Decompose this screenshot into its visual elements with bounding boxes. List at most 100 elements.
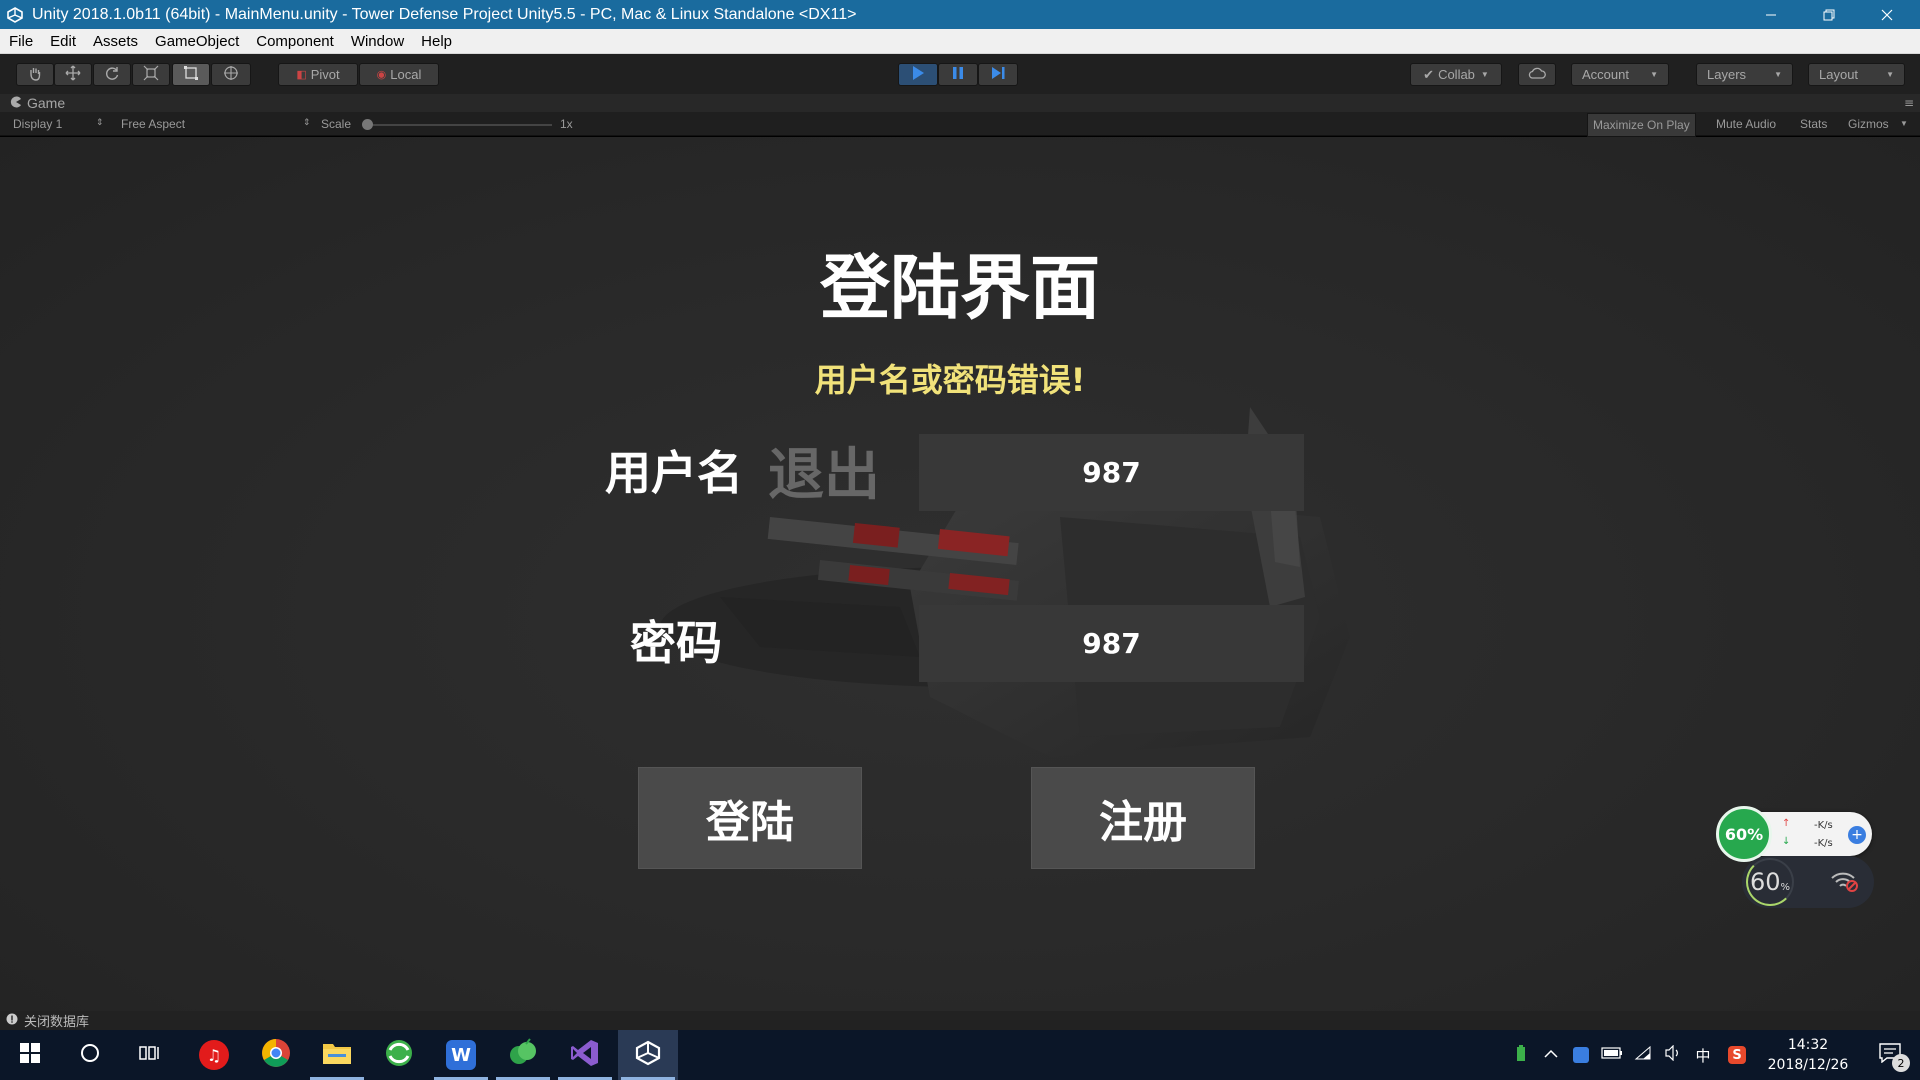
account-dropdown[interactable]: Account ▼ [1571,63,1669,86]
exit-button[interactable]: 退出 [768,430,880,511]
action-center-button[interactable]: 2 [1866,1030,1914,1080]
taskbar-netease-music[interactable]: ♫ [184,1030,244,1080]
scale-label: Scale [321,117,352,131]
clock-time: 14:32 [1787,1037,1829,1053]
taskbar-visual-studio[interactable] [555,1030,615,1080]
menu-bar: File Edit Assets GameObject Component Wi… [0,29,1920,54]
clock-date: 2018/12/26 [1767,1057,1849,1073]
rotate-tool-button[interactable] [93,63,131,86]
step-icon [990,65,1006,84]
login-button[interactable]: 登陆 [638,767,862,869]
status-message: 关闭数据库 [24,1015,90,1030]
unity-icon [635,1040,661,1070]
tray-ime[interactable]: 中 [1690,1030,1716,1080]
chevron-down-icon: ▼ [1774,70,1782,79]
login-title: 登陆界面 [820,247,1100,329]
play-button[interactable] [898,63,938,86]
tray-volume[interactable] [1660,1030,1686,1080]
menu-gameobject[interactable]: GameObject [146,33,247,50]
title-bar: Unity 2018.1.0b11 (64bit) - MainMenu.uni… [0,0,1920,29]
menu-help[interactable]: Help [412,33,460,50]
fps-unit: % [1780,881,1791,893]
maximize-on-play-toggle[interactable]: Maximize On Play [1587,113,1696,137]
collab-dropdown[interactable]: ✔ Collab ▼ [1410,63,1502,86]
folder-icon [322,1040,352,1070]
taskbar-file-explorer[interactable] [307,1030,367,1080]
netease-music-icon: ♫ [199,1040,229,1070]
display-select[interactable]: Display 1 [13,117,62,131]
tray-battery-app[interactable] [1508,1030,1534,1080]
taskbar-unity[interactable] [618,1030,678,1080]
layout-dropdown[interactable]: Layout ▼ [1808,63,1905,86]
collab-label: Collab [1438,67,1475,82]
scale-slider[interactable] [362,119,552,130]
game-viewport[interactable]: 登陆界面 用户名或密码错误! 用户名 退出 987 密码 987 登陆 注册 [0,137,1920,1011]
tray-wifi[interactable] [1630,1030,1656,1080]
minimize-button[interactable] [1742,0,1800,29]
sogou-icon: S [1728,1046,1746,1064]
taskbar-chrome[interactable] [246,1030,306,1080]
move-icon [65,65,81,84]
taskbar-wps-writer[interactable]: W [431,1030,491,1080]
wifi-icon [1634,1045,1652,1065]
tab-game[interactable]: Game [10,95,65,111]
transform-icon [222,64,240,85]
step-button[interactable] [978,63,1018,86]
chevron-down-icon: ▼ [1650,70,1658,79]
check-icon: ✔ [1423,66,1435,82]
writer-icon: W [446,1040,476,1070]
restore-button[interactable] [1800,0,1858,29]
green-leaf-icon [508,1038,538,1072]
rect-icon [183,65,199,84]
tray-clock[interactable]: 14:32 2018/12/26 [1760,1030,1856,1080]
menu-component[interactable]: Component [247,33,342,50]
password-input[interactable]: 987 [919,605,1304,682]
layers-dropdown[interactable]: Layers ▼ [1696,63,1793,86]
scale-icon [143,65,159,84]
notification-count: 2 [1892,1054,1910,1072]
transform-tool-button[interactable] [211,63,251,86]
local-label: Local [390,67,422,82]
game-pacman-icon [10,95,22,111]
menu-file[interactable]: File [0,33,41,50]
stats-toggle[interactable]: Stats [1800,117,1827,131]
task-view-button[interactable] [120,1030,180,1080]
tray-show-hidden[interactable] [1538,1030,1564,1080]
main-toolbar: ◧ Pivot ◉ Local ✔ Collab ▼ Account ▼ Lay… [0,54,1920,94]
scale-slider-thumb[interactable] [362,119,373,130]
browser-green-icon [384,1038,414,1072]
gizmos-dropdown[interactable]: Gizmos [1848,117,1889,131]
windows-taskbar: ♫ W 中 S 14:32 2018/12/26 2 [0,1030,1920,1080]
close-button[interactable] [1858,0,1916,29]
rect-tool-button[interactable] [172,63,210,86]
add-icon[interactable]: + [1848,826,1866,844]
cloud-button[interactable] [1518,63,1556,86]
error-message: 用户名或密码错误! [814,361,1086,399]
username-label: 用户名 [605,446,743,500]
local-toggle[interactable]: ◉ Local [359,63,439,86]
chevron-down-icon: ▼ [1900,119,1908,128]
aspect-select[interactable]: Free Aspect [121,117,185,131]
start-button[interactable] [0,1030,60,1080]
panel-menu-icon[interactable]: ≡ [1904,96,1914,110]
hand-tool-button[interactable] [16,63,54,86]
info-icon [6,1013,18,1029]
cortana-button[interactable] [60,1030,120,1080]
tray-network-app[interactable] [1568,1030,1594,1080]
mute-audio-toggle[interactable]: Mute Audio [1716,117,1776,131]
pause-button[interactable] [938,63,978,86]
tray-battery[interactable] [1598,1030,1626,1080]
username-input[interactable]: 987 [919,434,1304,511]
move-tool-button[interactable] [54,63,92,86]
menu-assets[interactable]: Assets [84,33,146,50]
menu-edit[interactable]: Edit [41,33,84,50]
scale-tool-button[interactable] [132,63,170,86]
wifi-off-icon [1830,872,1860,896]
menu-window[interactable]: Window [342,33,412,50]
taskbar-green-app[interactable] [493,1030,553,1080]
register-button[interactable]: 注册 [1031,767,1255,869]
tray-sogou[interactable]: S [1724,1030,1750,1080]
pivot-toggle[interactable]: ◧ Pivot [278,63,358,86]
net-speed-widget[interactable]: 60% ↑ -K/s ↓ -K/s + 60 % [1712,806,1874,914]
taskbar-browser-green[interactable] [369,1030,429,1080]
